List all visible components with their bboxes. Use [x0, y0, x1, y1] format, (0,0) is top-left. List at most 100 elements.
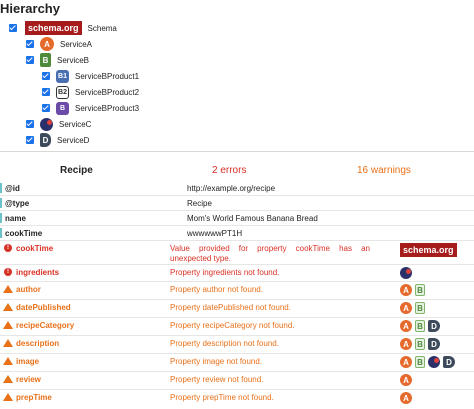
service-a-icon: A — [40, 37, 54, 51]
row-marker — [0, 228, 2, 238]
row-icons: A B D — [400, 356, 455, 368]
entity-type-label: Recipe — [60, 165, 93, 176]
row-icons — [400, 267, 412, 279]
warning-message: Property author not found. — [170, 285, 263, 294]
tree-label-servicebproduct3: ServiceBProduct3 — [75, 103, 140, 113]
service-d-icon: D — [40, 133, 51, 147]
property-key: prepTime — [16, 393, 52, 402]
warning-icon — [3, 393, 13, 401]
service-a-icon: A — [400, 284, 412, 296]
tree-node-servicebproduct3[interactable]: B ServiceBProduct3 — [42, 100, 139, 116]
table-row: cookTime wwwwwwPT1H — [0, 226, 474, 241]
service-d-icon: D — [428, 320, 440, 332]
table-row-warning[interactable]: datePublished Property datePublished not… — [0, 300, 474, 318]
tree-label-serviceb: ServiceB — [57, 55, 90, 65]
warning-message: Property prepTime not found. — [170, 393, 274, 402]
warning-message: Property datePublished not found. — [170, 303, 291, 312]
tree-node-serviceb[interactable]: B ServiceB — [26, 52, 89, 68]
service-b-product3-icon: B — [56, 101, 69, 115]
service-b-product2-icon: B2 — [56, 85, 69, 99]
property-key: recipeCategory — [16, 321, 75, 330]
row-marker — [0, 183, 2, 193]
tree-node-servicebproduct2[interactable]: B2 ServiceBProduct2 — [42, 84, 139, 100]
tree-label-servicebproduct1: ServiceBProduct1 — [75, 71, 140, 81]
error-message: Property ingredients not found. — [170, 268, 280, 277]
service-b-icon: B — [40, 53, 51, 67]
service-c-icon — [400, 267, 412, 279]
service-d-icon: D — [428, 338, 440, 350]
warning-icon — [3, 339, 13, 347]
warning-icon — [3, 321, 13, 329]
property-key: image — [16, 357, 40, 366]
table-row-warning[interactable]: prepTime Property prepTime not found. A — [0, 390, 474, 409]
property-key: review — [16, 375, 41, 384]
property-value: Recipe — [187, 199, 212, 208]
checkbox-servicea[interactable] — [26, 40, 34, 48]
property-key: description — [16, 339, 60, 348]
property-key: ingredients — [16, 268, 60, 277]
table-row: @id http://example.org/recipe — [0, 181, 474, 196]
row-marker — [0, 213, 2, 223]
hierarchy-title: Hierarchy — [0, 1, 60, 16]
service-a-icon: A — [400, 302, 412, 314]
error-icon: ! — [4, 244, 12, 252]
tree-label-servicebproduct2: ServiceBProduct2 — [75, 87, 140, 97]
service-a-icon: A — [400, 392, 412, 404]
property-value: wwwwwwPT1H — [187, 229, 243, 238]
tree-node-servicebproduct1[interactable]: B1 ServiceBProduct1 — [42, 68, 139, 84]
error-count[interactable]: 2 errors — [212, 165, 246, 176]
tree-label-servicea: ServiceA — [60, 39, 93, 49]
service-a-icon: A — [400, 356, 412, 368]
tree-root-schema[interactable]: schema.org Schema — [9, 20, 117, 36]
property-key: @id — [5, 184, 20, 193]
service-a-icon: A — [400, 338, 412, 350]
service-b-icon: B — [415, 302, 425, 314]
table-row-warning[interactable]: image Property image not found. A B D — [0, 354, 474, 372]
table-row-error[interactable]: ! cookTime Value provided for property c… — [0, 241, 474, 265]
warning-message: Property recipeCategory not found. — [170, 321, 295, 330]
service-d-icon: D — [443, 356, 455, 368]
table-row-error[interactable]: ! ingredients Property ingredients not f… — [0, 265, 474, 282]
property-key: cookTime — [16, 244, 54, 253]
table-row-warning[interactable]: review Property review not found. A — [0, 372, 474, 390]
row-icons: A B — [400, 284, 425, 296]
checkbox-serviced[interactable] — [26, 136, 34, 144]
tree-node-serviced[interactable]: D ServiceD — [26, 132, 89, 148]
checkbox-schema[interactable] — [9, 24, 17, 32]
row-icons: A — [400, 392, 412, 404]
table-row-warning[interactable]: description Property description not fou… — [0, 336, 474, 354]
property-key: datePublished — [16, 303, 71, 312]
property-key: cookTime — [5, 229, 43, 238]
warning-icon — [3, 375, 13, 383]
property-value: Mom's World Famous Banana Bread — [187, 214, 318, 223]
row-icons: A B D — [400, 320, 440, 332]
service-c-icon — [40, 117, 53, 131]
property-key: author — [16, 285, 41, 294]
property-value: http://example.org/recipe — [187, 184, 276, 193]
property-key: name — [5, 214, 26, 223]
tree-node-servicec[interactable]: ServiceC — [26, 116, 91, 132]
table-row: name Mom's World Famous Banana Bread — [0, 211, 474, 226]
error-message: Value provided for property cookTime has… — [170, 244, 370, 263]
service-b-icon: B — [415, 284, 425, 296]
tree-label-serviced: ServiceD — [57, 135, 90, 145]
warning-icon — [3, 303, 13, 311]
tree-node-servicea[interactable]: A ServiceA — [26, 36, 92, 52]
service-b-product1-icon: B1 — [56, 69, 69, 83]
table-row-warning[interactable]: recipeCategory Property recipeCategory n… — [0, 318, 474, 336]
table-row-warning[interactable]: author Property author not found. A B — [0, 282, 474, 300]
property-key: @type — [5, 199, 30, 208]
checkbox-serviceb[interactable] — [26, 56, 34, 64]
row-icons: A B D — [400, 338, 440, 350]
row-marker — [0, 198, 2, 208]
checkbox-servicec[interactable] — [26, 120, 34, 128]
checkbox-servicebproduct1[interactable] — [42, 72, 50, 80]
service-a-icon: A — [400, 374, 412, 386]
warning-message: Property description not found. — [170, 339, 279, 348]
warning-count[interactable]: 16 warnings — [357, 165, 411, 176]
checkbox-servicebproduct2[interactable] — [42, 88, 50, 96]
table-row: @type Recipe — [0, 196, 474, 211]
validation-header: Recipe 2 errors 16 warnings — [0, 162, 474, 180]
service-b-icon: B — [415, 356, 425, 368]
checkbox-servicebproduct3[interactable] — [42, 104, 50, 112]
